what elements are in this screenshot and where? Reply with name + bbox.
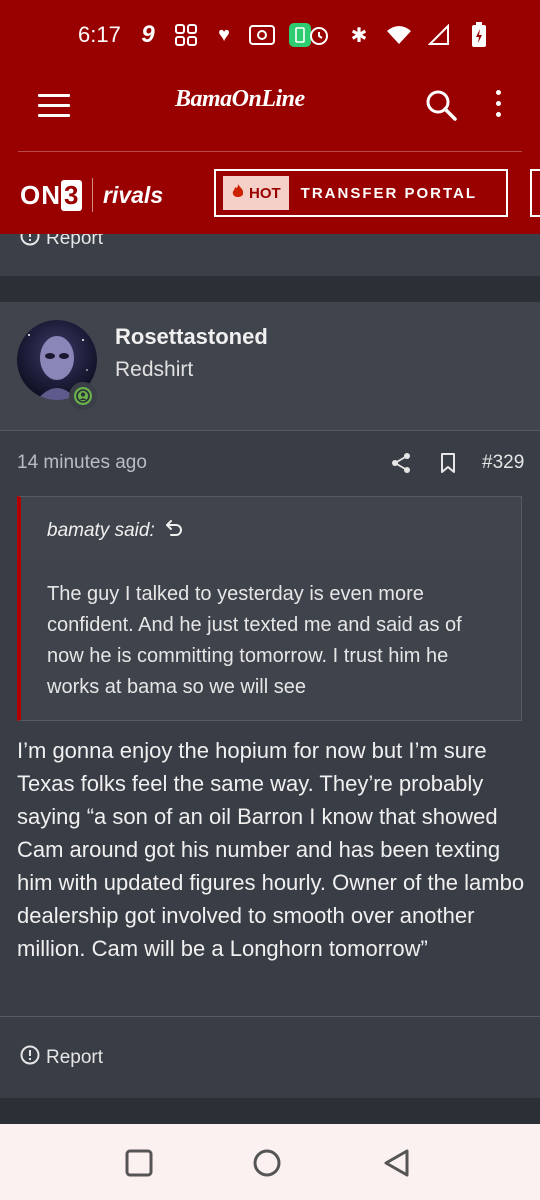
post-timestamp[interactable]: 14 minutes ago xyxy=(17,452,147,474)
quote-attribution-link[interactable]: bamaty said: xyxy=(47,519,183,543)
system-nav-bar xyxy=(0,1124,540,1200)
report-label: Report xyxy=(46,234,104,249)
broadcast-icon xyxy=(249,22,275,48)
network-subnav: ON 3 rivals HOT TRANSFER PORTAL xyxy=(0,152,540,234)
previous-report-button[interactable]: Report xyxy=(20,234,103,252)
share-icon[interactable] xyxy=(390,452,412,474)
menu-icon[interactable] xyxy=(38,94,70,118)
app-header: BamaOnLine xyxy=(0,60,540,152)
quote-attribution: bamaty said: xyxy=(47,520,155,541)
post-author-block: Rosettastoned Redshirt xyxy=(0,302,540,431)
bluetooth-icon: ✱ xyxy=(350,24,368,47)
post-separator xyxy=(0,276,540,302)
report-icon xyxy=(20,234,40,252)
hot-badge: HOT xyxy=(223,176,289,210)
post-separator xyxy=(0,1098,540,1124)
post-meta: 14 minutes ago #329 xyxy=(0,430,540,494)
quote-block: bamaty said: The guy I talked to yesterd… xyxy=(17,496,522,721)
post-number-link[interactable]: #329 xyxy=(482,452,524,474)
battery-icon xyxy=(466,22,492,48)
status-left-icons: 9 ♥ xyxy=(135,21,313,48)
quote-text: The guy I talked to yesterday is even mo… xyxy=(47,583,462,698)
logo-divider xyxy=(92,178,93,212)
on3-number: 3 xyxy=(61,180,83,211)
grid-icon xyxy=(173,22,199,48)
nine-app-icon: 9 xyxy=(141,21,155,48)
back-triangle-icon[interactable] xyxy=(382,1148,412,1178)
jump-to-quote-icon xyxy=(165,519,183,543)
home-circle-icon[interactable] xyxy=(252,1148,282,1178)
rivals-logo[interactable]: rivals xyxy=(103,182,163,209)
search-icon[interactable] xyxy=(424,88,460,124)
alarm-icon xyxy=(306,22,332,48)
previous-post-footer: Report xyxy=(0,234,540,276)
status-right-icons: ✱ xyxy=(306,22,492,48)
status-time: 6:17 xyxy=(78,22,121,47)
more-options-icon[interactable] xyxy=(488,90,508,124)
wifi-icon xyxy=(386,22,412,48)
bookmark-icon[interactable] xyxy=(438,452,458,476)
author-name[interactable]: Rosettastoned xyxy=(115,324,268,350)
post-body: I’m gonna enjoy the hopium for now but I… xyxy=(17,738,525,961)
on3-logo[interactable]: ON 3 xyxy=(20,180,83,211)
forum-post: Rosettastoned Redshirt 14 minutes ago #3… xyxy=(0,302,540,1098)
report-button[interactable]: Report xyxy=(20,1045,103,1071)
next-subnav-button[interactable] xyxy=(530,169,540,217)
post-footer: Report xyxy=(0,1016,540,1099)
author-title: Redshirt xyxy=(115,358,194,381)
report-icon xyxy=(20,1045,40,1071)
transfer-portal-label: TRANSFER PORTAL xyxy=(300,184,478,202)
recents-square-icon[interactable] xyxy=(124,1148,154,1178)
fire-icon xyxy=(231,183,245,203)
heart-icon: ♥ xyxy=(218,23,230,46)
transfer-portal-button[interactable]: HOT TRANSFER PORTAL xyxy=(214,169,508,217)
on3-prefix: ON xyxy=(20,180,61,210)
report-label: Report xyxy=(46,1047,104,1068)
signal-icon xyxy=(426,22,452,48)
quote-header: bamaty said: xyxy=(21,497,521,563)
status-bar: 6:17 9 ♥ ✱ xyxy=(0,0,540,60)
hot-label: HOT xyxy=(249,184,281,202)
site-logo[interactable]: BamaOnLine xyxy=(175,86,305,113)
online-status-icon xyxy=(69,382,97,410)
